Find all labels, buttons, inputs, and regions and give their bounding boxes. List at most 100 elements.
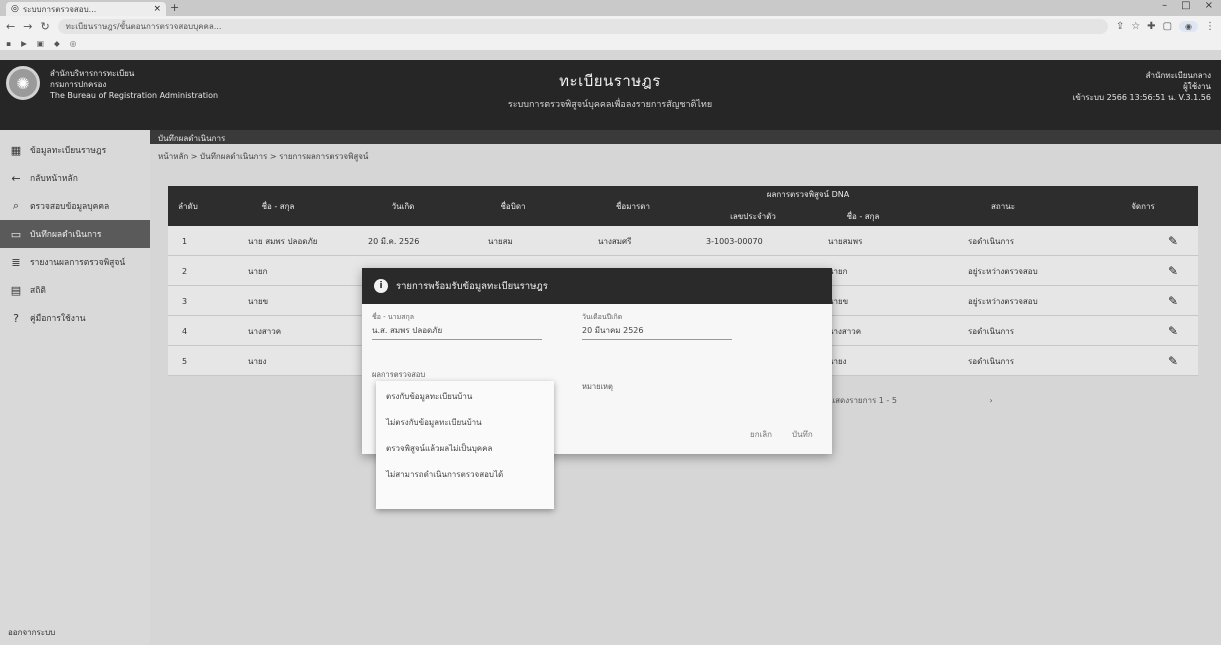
star-icon[interactable]: ☆ — [1131, 21, 1140, 32]
menu-icon[interactable]: ⋮ — [1205, 21, 1215, 32]
bookmark-item[interactable]: ◎ — [70, 39, 77, 48]
dob-label: วันเดือนปีเกิด — [582, 313, 623, 321]
edit-pencil-icon[interactable]: ✎ — [1168, 256, 1178, 286]
cell-dna-name: นายสมพร — [828, 236, 863, 246]
next-page-icon[interactable]: › — [990, 396, 993, 405]
edit-pencil-icon[interactable]: ✎ — [1168, 316, 1178, 346]
bookmark-item[interactable]: ▪ — [6, 39, 11, 48]
dob-field: วันเดือนปีเกิด 20 มีนาคม 2526 — [582, 312, 732, 340]
maximize-icon[interactable]: □ — [1181, 0, 1190, 11]
table-row[interactable]: 1 นาย สมพร ปลอดภัย 20 มี.ค. 2526 นายสม น… — [168, 226, 1198, 256]
remark-label[interactable]: หมายเหตุ — [582, 381, 613, 393]
app-subtitle: ระบบการตรวจพิสูจน์บุคคลเพื่อลงรายการสัญช… — [507, 100, 713, 110]
sidebar-item-search[interactable]: ⌕ ตรวจสอบข้อมูลบุคคล — [0, 192, 150, 220]
name-field: ชื่อ - นามสกุล น.ส. สมพร ปลอดภัย — [372, 312, 542, 340]
share-icon[interactable]: ⇪ — [1116, 21, 1124, 32]
sidebar-item-label: ข้อมูลทะเบียนราษฎร — [30, 146, 107, 156]
sidebar-item-stats[interactable]: ▤ สถิติ — [0, 276, 150, 304]
extensions-icon[interactable]: ✚ — [1147, 21, 1155, 32]
cell-no: 3 — [182, 296, 188, 306]
back-arrow-icon[interactable]: ← — [6, 20, 15, 33]
org-line: กรมการปกครอง — [50, 80, 107, 89]
emblem-logo: ✺ — [6, 66, 40, 100]
profile-button[interactable]: ◉ — [1179, 20, 1198, 32]
name-value: น.ส. สมพร ปลอดภัย — [372, 324, 542, 340]
modal-title: รายการพร้อมรับข้อมูลทะเบียนราษฎร — [396, 280, 548, 292]
sidebar: ▦ ข้อมูลทะเบียนราษฎร ← กลับหน้าหลัก ⌕ ตร… — [0, 130, 150, 645]
tab-title: ระบบการตรวจสอบ... — [22, 4, 97, 14]
cell-father: นายสม — [488, 236, 513, 246]
sidebar-item-label: ตรวจสอบข้อมูลบุคคล — [30, 202, 110, 212]
close-tab-icon[interactable]: × — [153, 4, 161, 14]
sidebar-item-record-results[interactable]: ▭ บันทึกผลดำเนินการ — [0, 220, 150, 248]
cell-status: รอดำเนินการ — [968, 326, 1015, 336]
new-tab-button[interactable]: + — [170, 1, 179, 14]
bookmarks-bar: ▪ ▶ ▣ ◆ ◎ — [0, 36, 1221, 50]
header-dna-name: ชื่อ - สกุล — [846, 211, 880, 221]
bookmark-item[interactable]: ▶ — [21, 39, 27, 48]
user-info: สำนักทะเบียนกลาง ผู้ใช้งาน เข้าระบบ 2566… — [1073, 70, 1211, 103]
reload-icon[interactable]: ↻ — [40, 20, 49, 33]
cell-name: นางสาวค — [248, 326, 282, 336]
cell-status: รอดำเนินการ — [968, 236, 1015, 246]
dropdown-option[interactable]: ไม่ตรงกับข้อมูลทะเบียนบ้าน — [376, 409, 554, 435]
sidebar-item-manual[interactable]: ? คู่มือการใช้งาน — [0, 304, 150, 332]
cell-status: รอดำเนินการ — [968, 356, 1015, 366]
table-header: ลำดับ ชื่อ - สกุล วันเกิด ชื่อบิดา ชื่อม… — [168, 186, 1198, 226]
result-dropdown-menu: ตรงกับข้อมูลทะเบียนบ้าน ไม่ตรงกับข้อมูลท… — [376, 381, 554, 509]
minimize-icon[interactable]: – — [1162, 0, 1167, 11]
sidebar-item-label: คู่มือการใช้งาน — [30, 314, 86, 324]
dropdown-option[interactable]: ตรวจพิสูจน์แล้วผลไม่เป็นบุคคล — [376, 435, 554, 461]
header-status: สถานะ — [991, 201, 1015, 211]
search-icon: ⌕ — [12, 199, 20, 212]
chart-icon: ▤ — [10, 283, 22, 297]
edit-pencil-icon[interactable]: ✎ — [1168, 346, 1178, 376]
cell-status: อยู่ระหว่างตรวจสอบ — [968, 266, 1038, 276]
logout-link[interactable]: ออกจากระบบ — [8, 626, 55, 639]
forward-arrow-icon[interactable]: → — [23, 20, 32, 33]
globe-icon: ◎ — [11, 4, 19, 14]
edit-pencil-icon[interactable]: ✎ — [1168, 286, 1178, 316]
address-bar: ← → ↻ ทะเบียนราษฎร/ขั้นตอนการตรวจสอบบุคค… — [0, 16, 1221, 36]
info-icon: i — [374, 279, 388, 293]
header-dna-id: เลขประจำตัว — [730, 211, 776, 221]
help-icon: ? — [13, 311, 19, 325]
modal-header: i รายการพร้อมรับข้อมูลทะเบียนราษฎร — [362, 268, 832, 304]
sidebar-item-home[interactable]: ← กลับหน้าหลัก — [0, 164, 150, 192]
dropdown-option[interactable]: ไม่สามารถดำเนินการตรวจสอบได้ — [376, 461, 554, 487]
sidebar-item-reports[interactable]: ≣ รายงานผลการตรวจพิสูจน์ — [0, 248, 150, 276]
pagination-info: แสดงรายการ 1 - 5 — [830, 396, 897, 405]
app-title-block: ทะเบียนราษฎร ระบบการตรวจพิสูจน์บุคคลเพื่… — [420, 69, 800, 111]
breadcrumb: หน้าหลัก > บันทึกผลดำเนินการ > รายการผลก… — [158, 152, 369, 161]
list-icon: ≣ — [11, 255, 21, 269]
user-line: ผู้ใช้งาน — [1183, 82, 1211, 91]
cell-name: นายก — [248, 266, 268, 276]
app-title: ทะเบียนราษฎร — [559, 72, 661, 90]
result-select-label: ผลการตรวจสอบ — [372, 370, 426, 379]
header-name: ชื่อ - สกุล — [261, 201, 295, 211]
sidebar-item-registration[interactable]: ▦ ข้อมูลทะเบียนราษฎร — [0, 136, 150, 164]
cell-no: 4 — [182, 326, 188, 336]
cancel-button[interactable]: ยกเลิก — [750, 428, 772, 441]
user-line: เข้าระบบ 2566 13:56:51 น. V.3.1.56 — [1072, 93, 1211, 102]
edit-pencil-icon[interactable]: ✎ — [1168, 226, 1178, 256]
close-window-icon[interactable]: × — [1205, 0, 1213, 11]
header-no: ลำดับ — [178, 201, 198, 211]
user-line: สำนักทะเบียนกลาง — [1145, 71, 1211, 80]
cell-name: นายข — [248, 296, 269, 306]
cell-status: อยู่ระหว่างตรวจสอบ — [968, 296, 1038, 306]
grid-icon: ▦ — [10, 143, 22, 157]
url-field[interactable]: ทะเบียนราษฎร/ขั้นตอนการตรวจสอบบุคคล... — [57, 18, 1108, 34]
window-controls: – □ × — [1162, 0, 1213, 11]
save-button[interactable]: บันทึก — [792, 428, 813, 441]
browser-actions: ⇪ ☆ ✚ ▢ ◉ ⋮ — [1116, 20, 1215, 32]
dob-value: 20 มีนาคม 2526 — [582, 324, 732, 340]
dropdown-option[interactable]: ตรงกับข้อมูลทะเบียนบ้าน — [376, 383, 554, 409]
browser-tab[interactable]: ◎ ระบบการตรวจสอบ... × — [6, 2, 166, 16]
browser-tabbar: ◎ ระบบการตรวจสอบ... × + – □ × — [0, 0, 1221, 16]
bookmark-item[interactable]: ◆ — [54, 39, 60, 48]
sidepanel-icon[interactable]: ▢ — [1163, 21, 1172, 32]
bookmark-item[interactable]: ▣ — [37, 39, 44, 48]
cell-dna-name: นางสาวค — [828, 326, 862, 336]
org-line: The Bureau of Registration Administratio… — [50, 91, 219, 100]
